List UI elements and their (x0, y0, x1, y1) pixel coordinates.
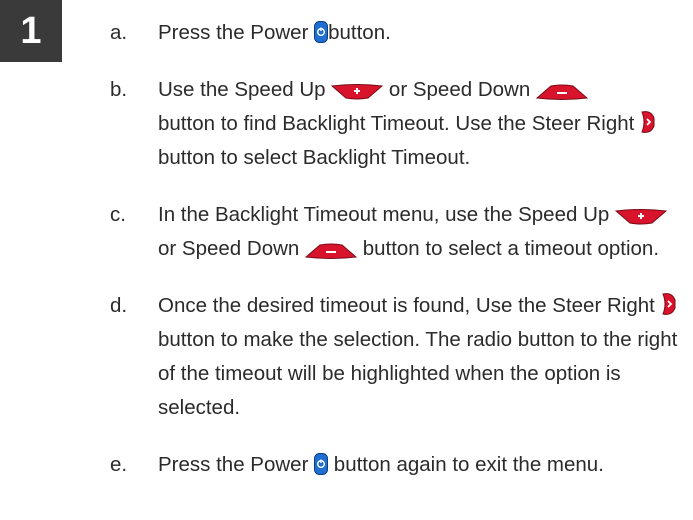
step-letter: d. (110, 294, 128, 317)
step-text: Press the Power button again to exit the… (158, 453, 604, 476)
step-e: e. Press the Power button again to exit … (110, 448, 690, 482)
power-button-icon (314, 21, 329, 43)
step-b: b. Use the Speed Up or Speed Down button… (110, 73, 690, 175)
step-a: a. Press the Power button. (110, 16, 690, 50)
step-letter: e. (110, 453, 128, 476)
speed-down-minus-icon (535, 84, 588, 100)
speed-up-plus-icon (614, 209, 667, 225)
step-d: d. Once the desired timeout is found, Us… (110, 289, 690, 425)
step-number-badge: 1 (0, 0, 62, 62)
step-letter: b. (110, 78, 128, 101)
instruction-steps: a. Press the Power button. b. Use the Sp… (110, 16, 690, 482)
step-c: c. In the Backlight Timeout menu, use th… (110, 198, 690, 266)
steer-right-arrow-icon (661, 292, 677, 316)
step-text: Press the Power button. (158, 21, 391, 44)
step-letter: c. (110, 203, 126, 226)
step-text: In the Backlight Timeout menu, use the S… (158, 198, 690, 266)
speed-up-plus-icon (331, 84, 384, 100)
step-text: Once the desired timeout is found, Use t… (158, 292, 678, 419)
step-text: Use the Speed Up or Speed Down button to… (158, 73, 690, 175)
steer-right-arrow-icon (640, 110, 656, 134)
power-button-icon (314, 453, 329, 475)
speed-down-minus-icon (305, 243, 358, 259)
step-letter: a. (110, 21, 128, 44)
